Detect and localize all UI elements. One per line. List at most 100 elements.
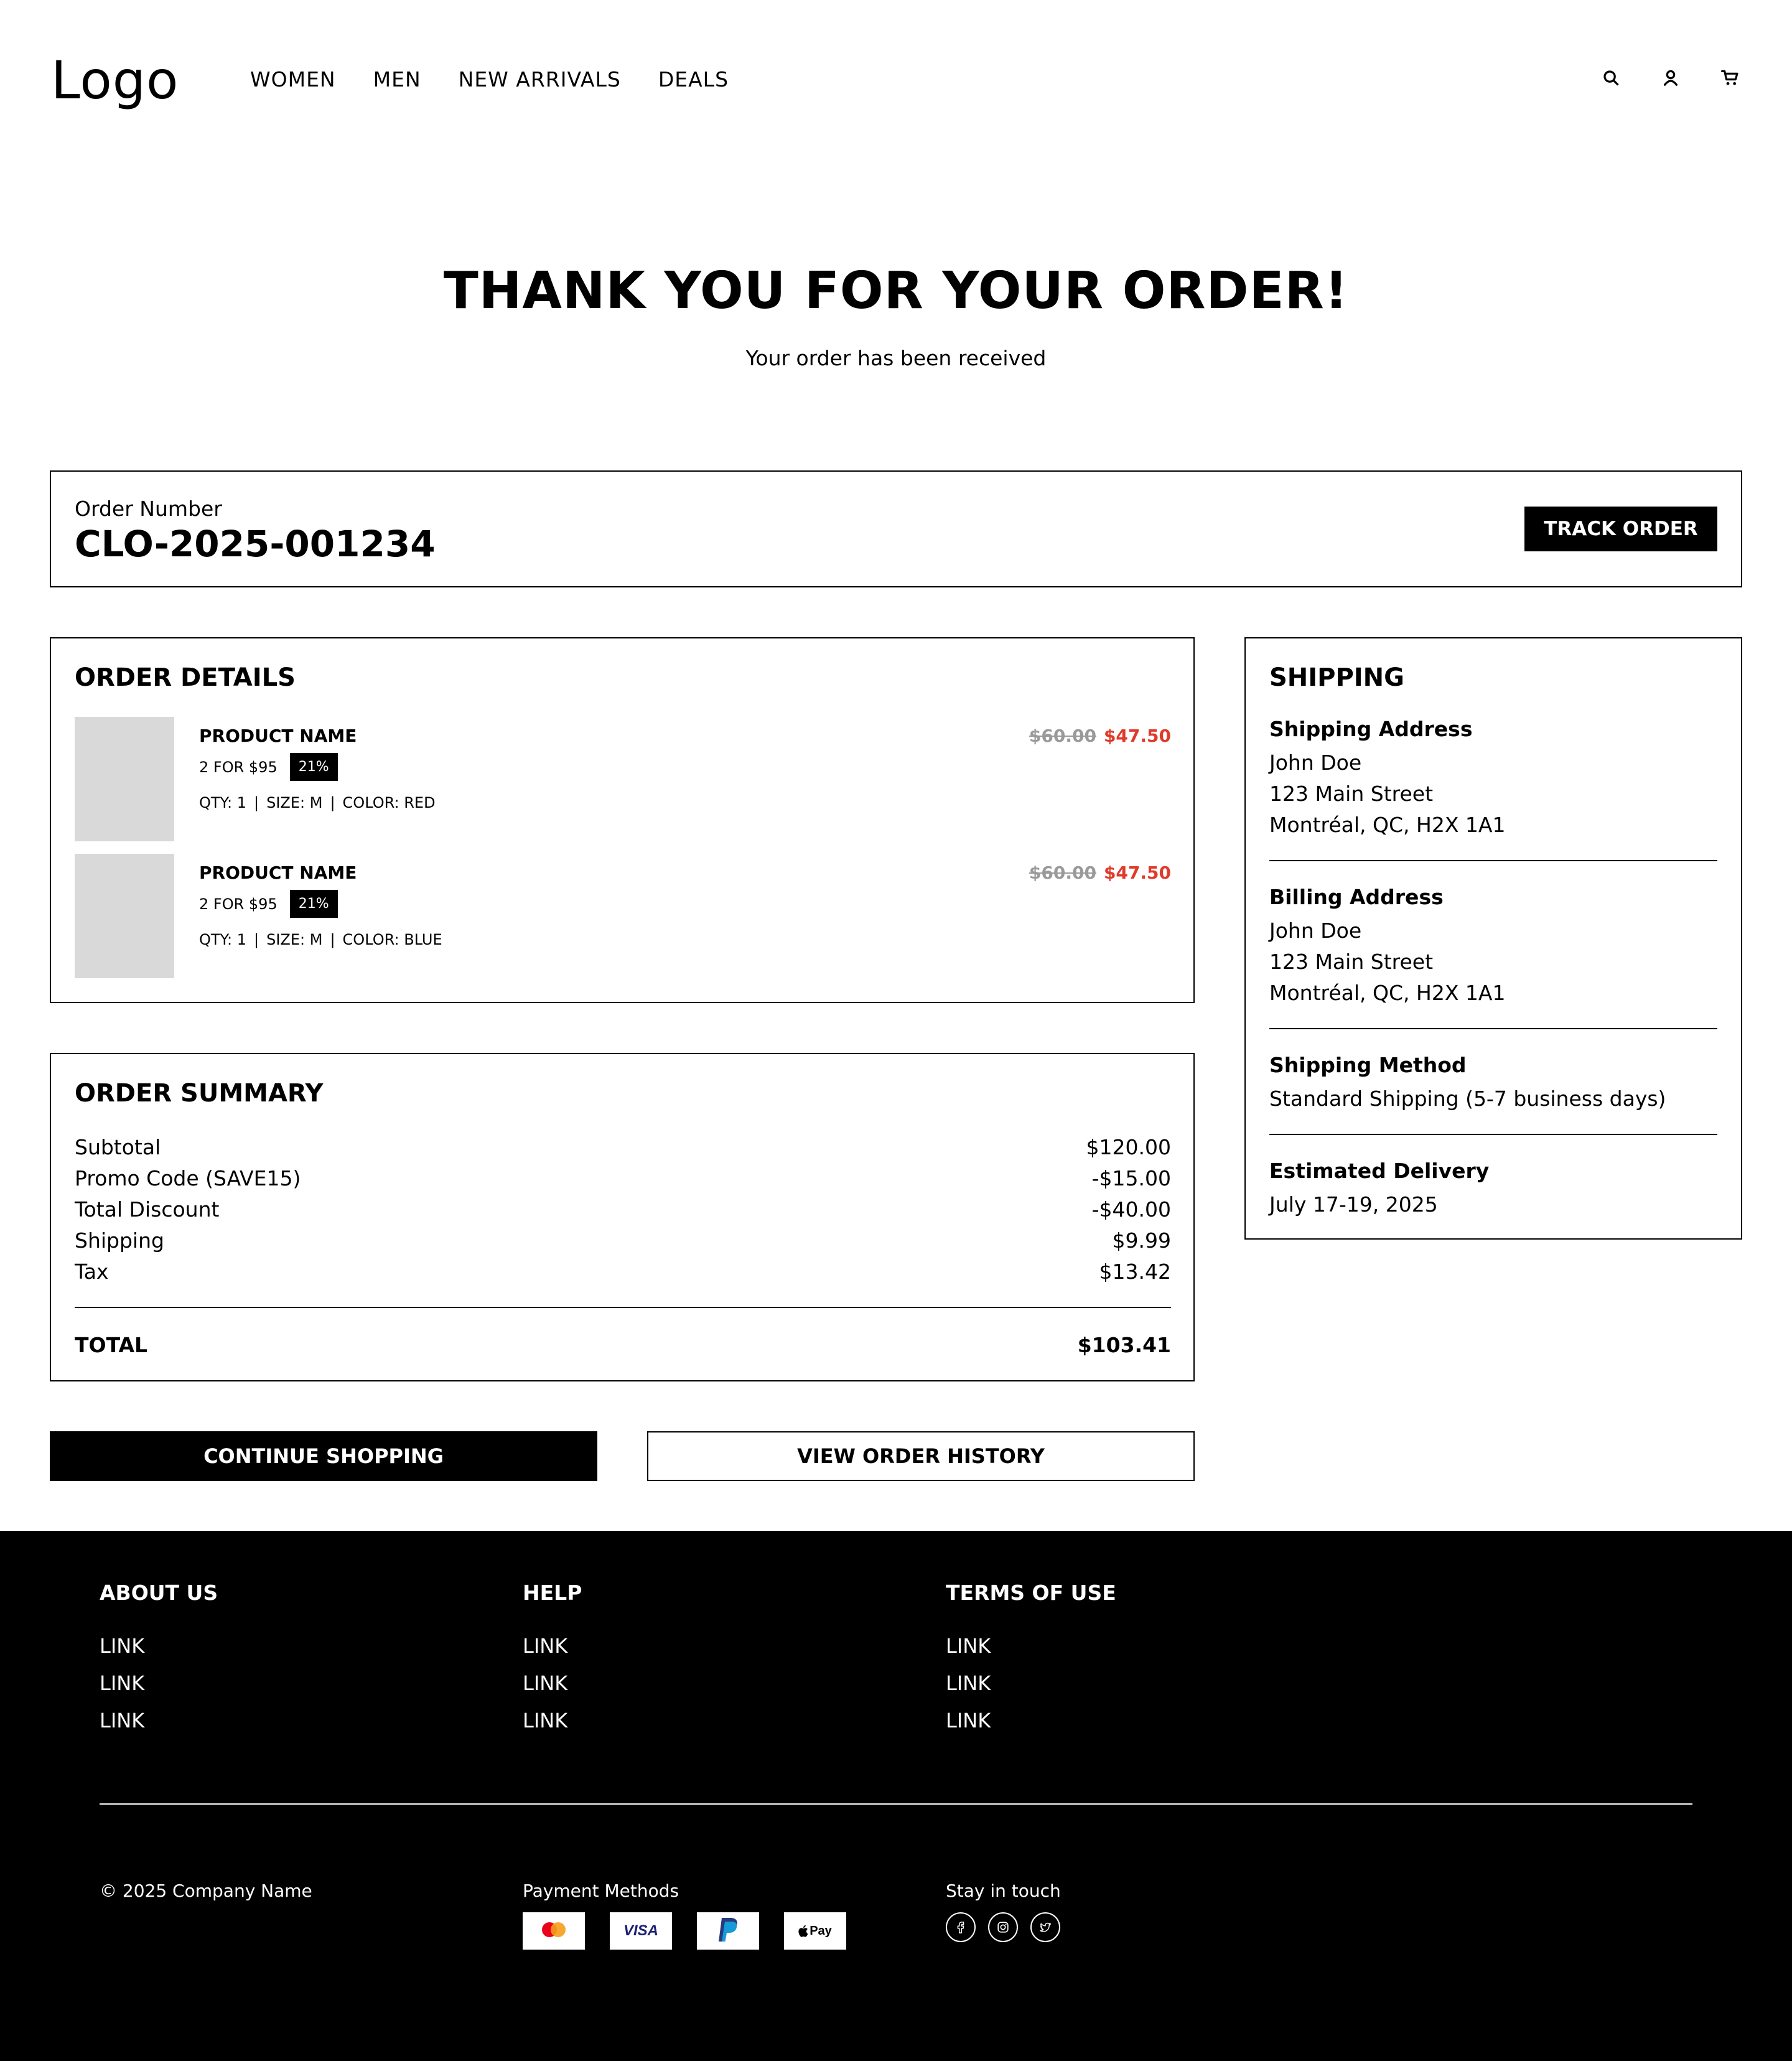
payment-methods: Payment Methods VISA Pay — [523, 1881, 846, 1950]
shipping-method-title: Shipping Method — [1269, 1053, 1467, 1077]
product-size: SIZE: M — [266, 794, 323, 811]
billing-address: Billing Address John Doe 123 Main Street… — [1269, 885, 1717, 1009]
product-meta: QTY: 1 | SIZE: M | COLOR: RED — [199, 794, 436, 811]
summary-label: Subtotal — [75, 1135, 161, 1159]
summary-value: -$15.00 — [1091, 1166, 1171, 1190]
shipping-panel: SHIPPING Shipping Address John Doe 123 M… — [1244, 637, 1742, 1240]
product-name[interactable]: PRODUCT NAME — [199, 726, 357, 746]
mastercard-icon — [523, 1912, 585, 1950]
order-item: PRODUCT NAME 2 FOR $95 21% QTY: 1 | SIZE… — [75, 717, 1171, 841]
apple-pay-icon: Pay — [784, 1912, 846, 1950]
product-offer: 2 FOR $95 21% — [199, 890, 338, 918]
footer-column-help: HELP LINK LINK LINK — [523, 1581, 582, 1739]
user-icon[interactable] — [1659, 66, 1682, 90]
search-icon[interactable] — [1599, 66, 1623, 90]
header-icons — [1599, 66, 1742, 90]
footer-link[interactable]: LINK — [100, 1665, 218, 1702]
summary-label: Shipping — [75, 1228, 164, 1253]
logo[interactable]: Logo — [51, 50, 179, 111]
nav-item-new-arrivals[interactable]: NEW ARRIVALS — [459, 67, 621, 91]
payment-icons: VISA Pay — [523, 1912, 846, 1950]
footer-column-terms: TERMS OF USE LINK LINK LINK — [946, 1581, 1116, 1739]
site-header: Logo WOMEN MEN NEW ARRIVALS DEALS — [0, 0, 1792, 162]
summary-value: $13.42 — [1099, 1260, 1171, 1284]
nav-item-men[interactable]: MEN — [373, 67, 421, 91]
footer-column-title: HELP — [523, 1581, 582, 1605]
visa-icon: VISA — [610, 1912, 672, 1950]
summary-total-row: TOTAL $103.41 — [75, 1333, 1171, 1357]
summary-value: $9.99 — [1112, 1228, 1171, 1253]
shipping-divider — [1269, 1028, 1717, 1029]
product-name[interactable]: PRODUCT NAME — [199, 862, 357, 883]
footer-divider — [100, 1803, 1692, 1805]
visa-logo-text: VISA — [623, 1922, 658, 1939]
track-order-button[interactable]: TRACK ORDER — [1524, 507, 1717, 551]
summary-row-promo: Promo Code (SAVE15) -$15.00 — [75, 1166, 1171, 1190]
view-order-history-button[interactable]: VIEW ORDER HISTORY — [647, 1431, 1195, 1481]
page-subtitle: Your order has been received — [745, 346, 1047, 370]
order-details-panel: ORDER DETAILS PRODUCT NAME 2 FOR $95 21%… — [50, 637, 1195, 1003]
product-image[interactable] — [75, 717, 174, 841]
nav-item-deals[interactable]: DEALS — [658, 67, 729, 91]
shipping-divider — [1269, 860, 1717, 861]
social-icons — [946, 1912, 1061, 1942]
product-meta: QTY: 1 | SIZE: M | COLOR: BLUE — [199, 931, 442, 948]
estimated-delivery-value: July 17-19, 2025 — [1269, 1192, 1438, 1217]
footer-link[interactable]: LINK — [946, 1702, 1116, 1739]
original-price: $60.00 — [1029, 862, 1096, 883]
shipping-address: Shipping Address John Doe 123 Main Stree… — [1269, 717, 1717, 841]
footer-link[interactable]: LINK — [523, 1627, 582, 1665]
copyright: © 2025 Company Name — [100, 1881, 312, 1901]
summary-value: -$40.00 — [1091, 1197, 1171, 1222]
meta-separator: | — [254, 794, 259, 811]
original-price: $60.00 — [1029, 726, 1096, 746]
summary-label: Promo Code (SAVE15) — [75, 1166, 301, 1190]
offer-text: 2 FOR $95 — [199, 758, 278, 776]
product-image[interactable] — [75, 854, 174, 978]
summary-label: Total Discount — [75, 1197, 220, 1222]
address-line: 123 Main Street — [1269, 782, 1434, 806]
order-number-label: Order Number — [75, 497, 222, 521]
summary-row-discount: Total Discount -$40.00 — [75, 1197, 1171, 1222]
order-summary-title: ORDER SUMMARY — [75, 1079, 324, 1108]
product-qty: QTY: 1 — [199, 794, 247, 811]
footer-link[interactable]: LINK — [523, 1665, 582, 1702]
product-size: SIZE: M — [266, 931, 323, 948]
shipping-title: SHIPPING — [1269, 663, 1404, 692]
footer-link[interactable]: LINK — [523, 1702, 582, 1739]
facebook-icon[interactable] — [946, 1912, 976, 1942]
nav-item-women[interactable]: WOMEN — [250, 67, 336, 91]
sale-price: $47.50 — [1103, 862, 1171, 883]
billing-address-title: Billing Address — [1269, 885, 1444, 909]
footer-link[interactable]: LINK — [946, 1665, 1116, 1702]
instagram-icon[interactable] — [988, 1912, 1018, 1942]
product-offer: 2 FOR $95 21% — [199, 753, 338, 781]
footer-column-title: ABOUT US — [100, 1581, 218, 1605]
address-line: John Doe — [1269, 750, 1362, 775]
order-number-value: CLO-2025-001234 — [75, 523, 436, 565]
sale-price: $47.50 — [1103, 726, 1171, 746]
order-details-title: ORDER DETAILS — [75, 663, 296, 692]
twitter-icon[interactable] — [1030, 1912, 1060, 1942]
meta-separator: | — [254, 931, 259, 948]
cart-icon[interactable] — [1719, 66, 1742, 90]
footer-link[interactable]: LINK — [100, 1702, 218, 1739]
summary-row-subtotal: Subtotal $120.00 — [75, 1135, 1171, 1159]
continue-shopping-button[interactable]: CONTINUE SHOPPING — [50, 1431, 597, 1481]
product-qty: QTY: 1 — [199, 931, 247, 948]
footer-column-about: ABOUT US LINK LINK LINK — [100, 1581, 218, 1739]
footer-link[interactable]: LINK — [946, 1627, 1116, 1665]
footer-link[interactable]: LINK — [100, 1627, 218, 1665]
social-links: Stay in touch — [946, 1881, 1061, 1942]
summary-row-tax: Tax $13.42 — [75, 1260, 1171, 1284]
estimated-delivery-title: Estimated Delivery — [1269, 1159, 1490, 1183]
page-title: THANK YOU FOR YOUR ORDER! — [443, 261, 1349, 320]
summary-row-shipping: Shipping $9.99 — [75, 1228, 1171, 1253]
site-footer: ABOUT US LINK LINK LINK HELP LINK LINK L… — [0, 1531, 1792, 2061]
meta-separator: | — [330, 931, 335, 948]
main-nav: WOMEN MEN NEW ARRIVALS DEALS — [250, 67, 729, 91]
order-number-card: Order Number CLO-2025-001234 TRACK ORDER — [50, 470, 1742, 587]
paypal-icon — [697, 1912, 759, 1950]
footer-column-title: TERMS OF USE — [946, 1581, 1116, 1605]
order-item: PRODUCT NAME 2 FOR $95 21% QTY: 1 | SIZE… — [75, 854, 1171, 978]
